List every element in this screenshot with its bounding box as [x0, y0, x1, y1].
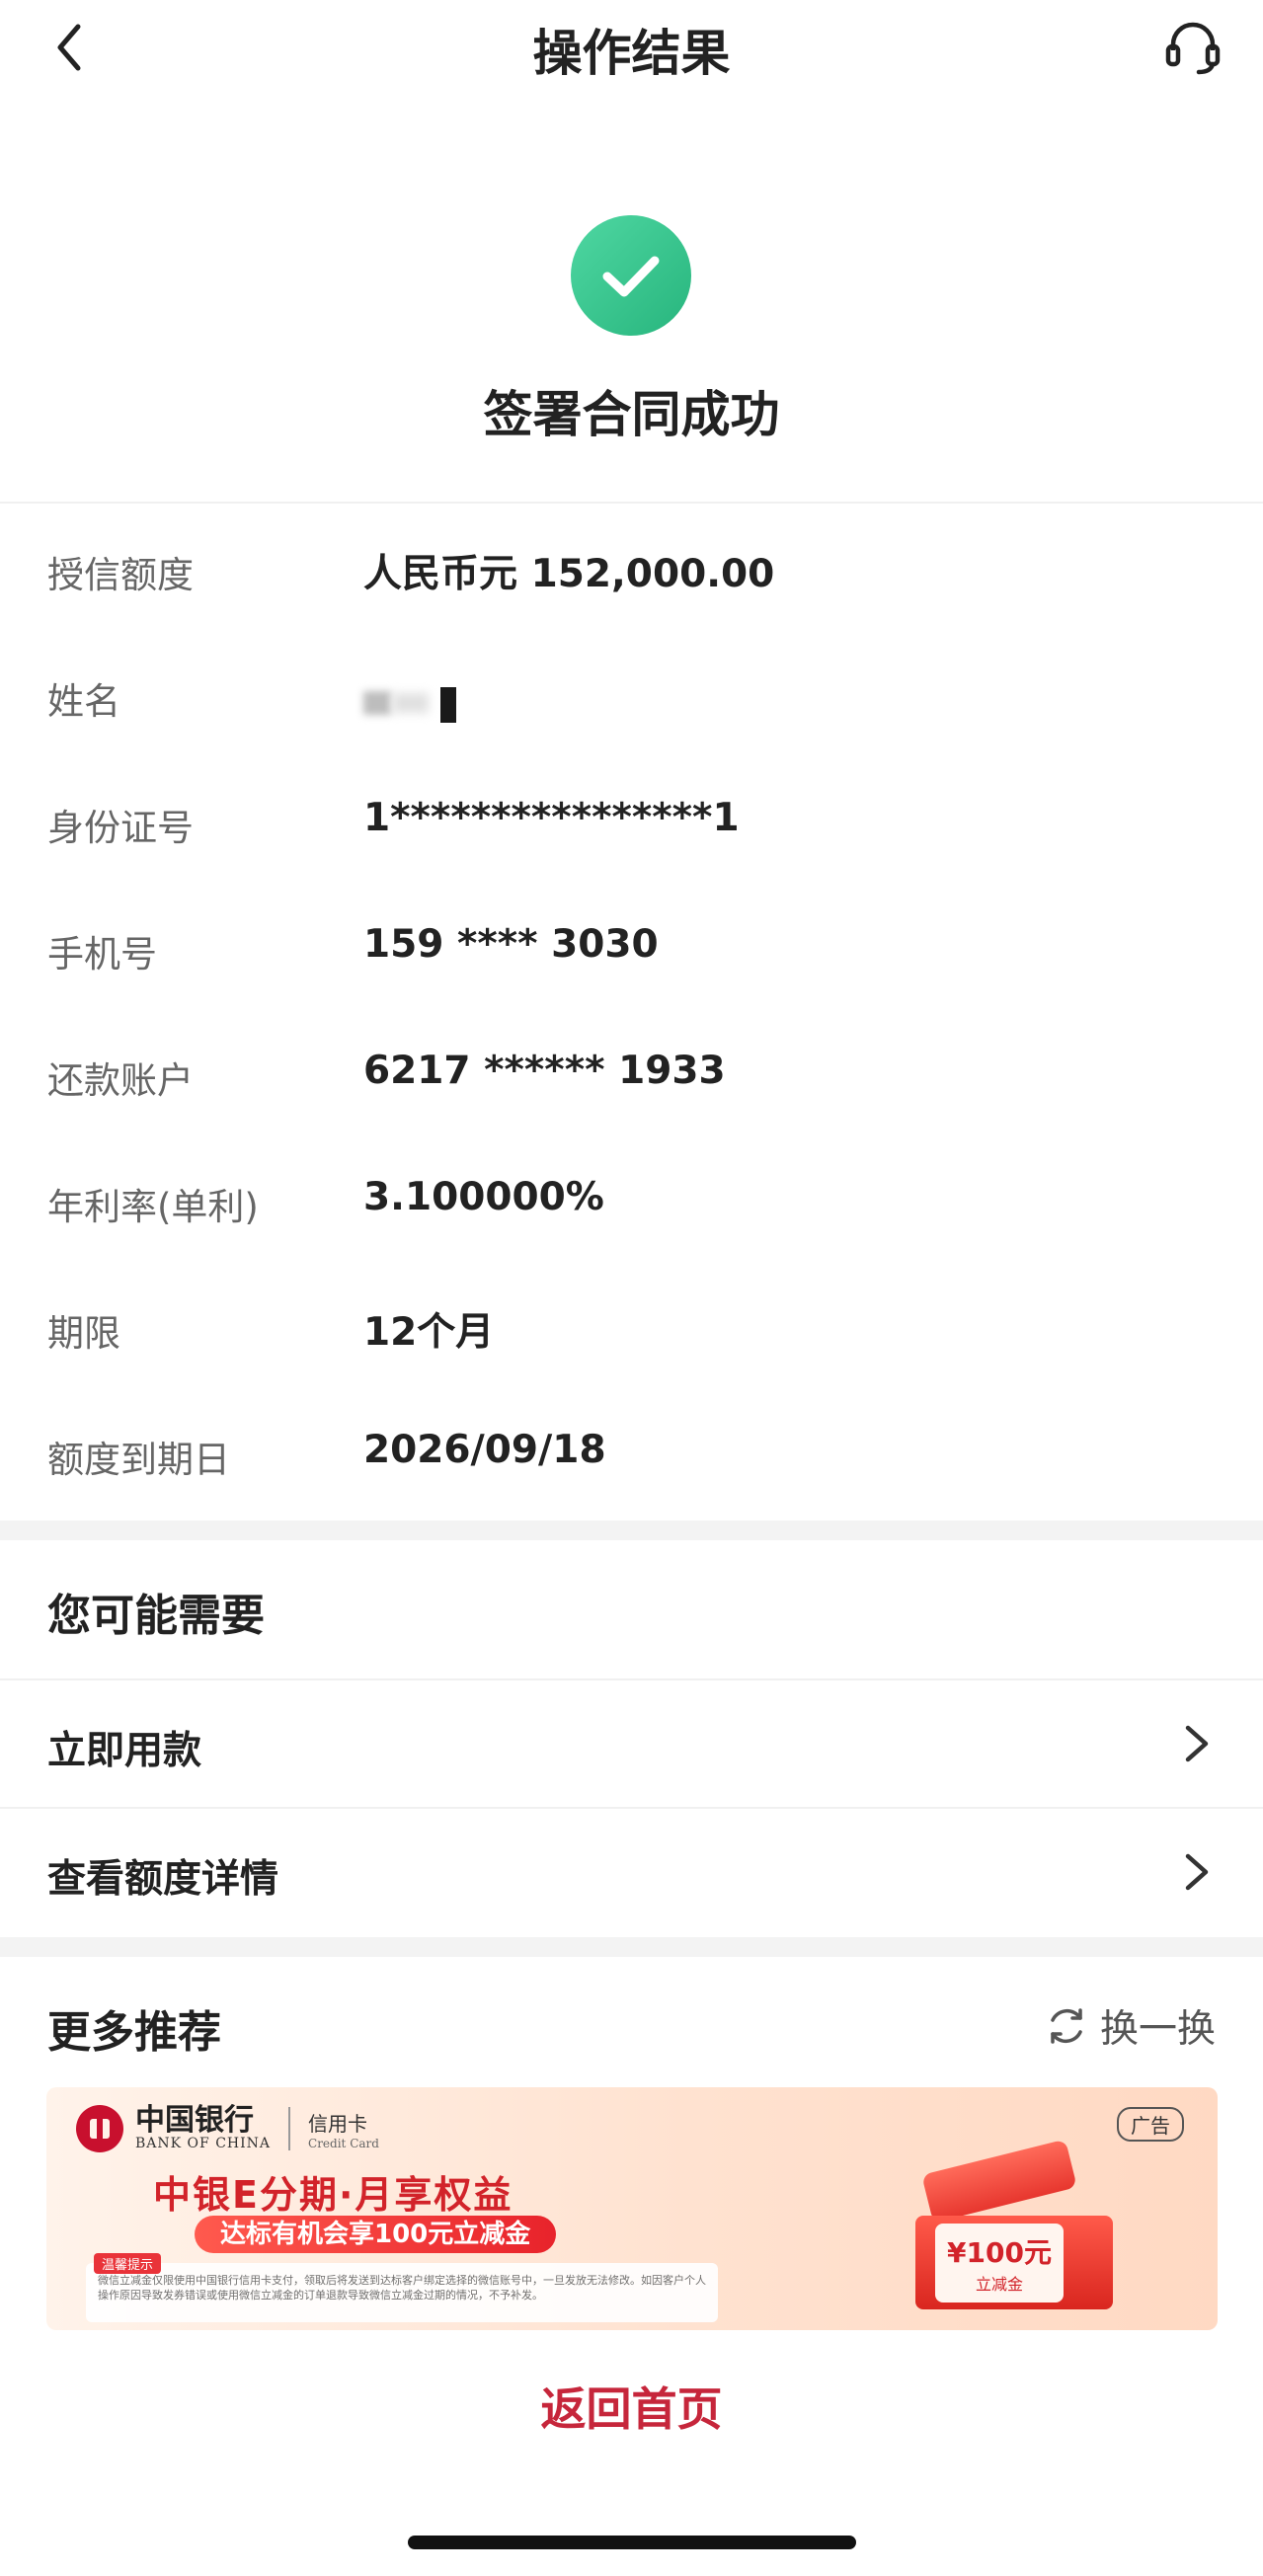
detail-row-repayment-account: 还款账户 6217 ****** 1933: [0, 1011, 1263, 1137]
divider: [0, 502, 1263, 504]
detail-row-term: 期限 12个月: [0, 1264, 1263, 1390]
coupon: ¥100元 立减金: [935, 2224, 1064, 2303]
detail-value: 1****************1: [363, 796, 740, 840]
card-type-en: Credit Card: [308, 2136, 379, 2150]
detail-value: 3.100000%: [363, 1175, 604, 1219]
refresh-button[interactable]: 换一换: [1045, 1998, 1216, 2054]
tips-box: 温馨提示 微信立减金仅限使用中国银行信用卡支付，领取后将发送到达标客户绑定选择的…: [86, 2253, 718, 2322]
detail-value: 6217 ****** 1933: [363, 1049, 726, 1093]
detail-label: 还款账户: [47, 1059, 194, 1102]
ad-badge: 广告: [1117, 2107, 1184, 2142]
detail-label: 额度到期日: [47, 1439, 230, 1481]
detail-row-credit-limit: 授信额度 人民币元 152,000.00: [0, 506, 1263, 632]
view-credit-details-label: 查看额度详情: [47, 1857, 279, 1902]
refresh-label: 换一换: [1099, 2007, 1216, 2052]
coupon-amount: ¥100元: [947, 2236, 1052, 2269]
section-separator: [0, 1521, 1263, 1540]
refresh-icon: [1051, 2008, 1082, 2044]
success-check-icon: [571, 215, 691, 336]
detail-value: 159 **** 3030: [363, 922, 659, 967]
detail-label: 授信额度: [47, 554, 194, 596]
detail-row-phone: 手机号 159 **** 3030: [0, 885, 1263, 1011]
detail-label: 年利率(单利): [47, 1186, 259, 1228]
bank-name-en: BANK OF CHINA: [135, 2136, 272, 2151]
chevron-right-icon: [1185, 1725, 1209, 1762]
card-type: 信用卡: [308, 2111, 368, 2136]
detail-label: 期限: [47, 1312, 120, 1355]
detail-row-annual-rate: 年利率(单利) 3.100000%: [0, 1137, 1263, 1264]
detail-row-id-number: 身份证号 1****************1: [0, 758, 1263, 885]
detail-value: 12个月: [363, 1310, 495, 1355]
gift-box-icon: ¥100元 立减金: [896, 2137, 1123, 2314]
home-indicator: [408, 2536, 856, 2549]
detail-label: 姓名: [47, 680, 120, 723]
bank-name: 中国银行: [135, 2103, 254, 2138]
contract-details: 授信额度 人民币元 152,000.00 姓名 身份证号 1**********…: [0, 506, 1263, 1517]
top-bar: 操作结果: [0, 0, 1263, 109]
banner-title: 中银E分期·月享权益: [153, 2173, 513, 2217]
page-title: 操作结果: [532, 25, 731, 82]
tips-tag: 温馨提示: [94, 2253, 162, 2274]
result-title: 签署合同成功: [483, 386, 780, 443]
detail-label: 手机号: [47, 933, 157, 976]
boc-logo-icon: [76, 2105, 123, 2152]
section-separator: [0, 1937, 1263, 1957]
use-funds-label: 立即用款: [47, 1729, 202, 1773]
back-to-home-button[interactable]: 返回首页: [0, 2374, 1263, 2439]
redacted-name: [363, 685, 462, 725]
detail-value: 2026/09/18: [363, 1428, 606, 1472]
coupon-label: 立减金: [975, 2275, 1023, 2294]
chevron-right-icon: [1185, 1853, 1209, 1891]
detail-row-expiry-date: 额度到期日 2026/09/18: [0, 1390, 1263, 1517]
promo-banner[interactable]: 中国银行 BANK OF CHINA 信用卡 Credit Card 广告 中银…: [46, 2087, 1218, 2330]
view-credit-details-row[interactable]: 查看额度详情: [0, 1809, 1263, 1937]
headset-icon: [1165, 22, 1221, 75]
tips-text: 微信立减金仅限使用中国银行信用卡支付，领取后将发送到达标客户绑定选择的微信账号中…: [98, 2274, 706, 2302]
customer-service-button[interactable]: [1158, 12, 1227, 81]
bank-logo: 中国银行 BANK OF CHINA 信用卡 Credit Card: [76, 2105, 379, 2152]
detail-value: 人民币元 152,000.00: [363, 552, 775, 596]
detail-row-name: 姓名: [0, 632, 1263, 758]
maybe-need-title: 您可能需要: [47, 1591, 265, 1641]
use-funds-now-row[interactable]: 立即用款: [0, 1680, 1263, 1809]
recommend-title: 更多推荐: [47, 2007, 221, 2058]
detail-label: 身份证号: [47, 807, 194, 849]
banner-subtitle: 达标有机会享100元立减金: [195, 2216, 557, 2253]
